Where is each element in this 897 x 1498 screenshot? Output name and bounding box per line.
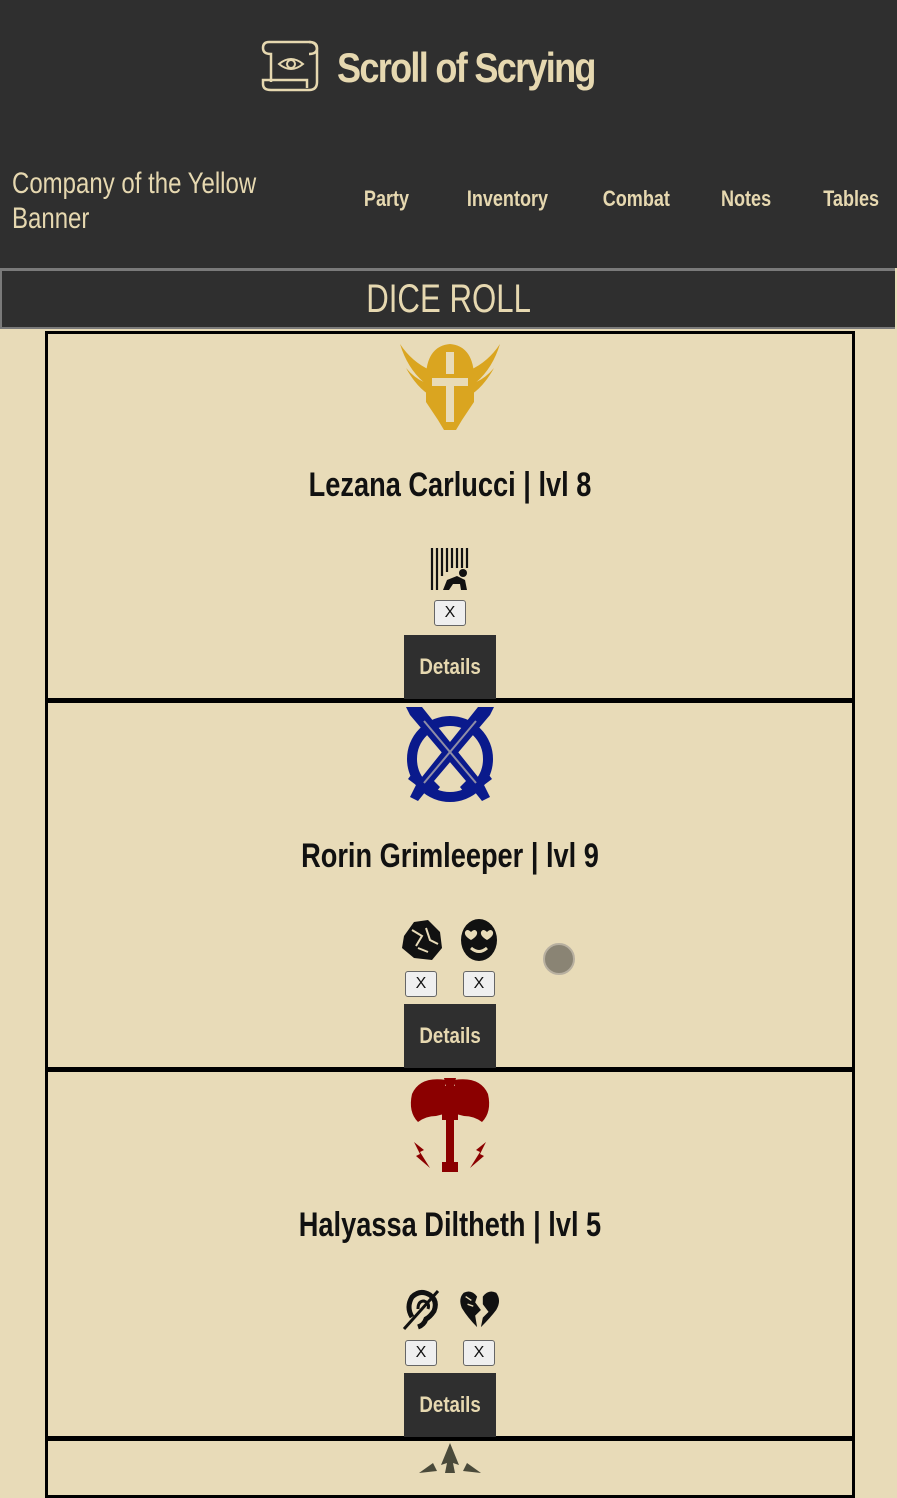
stone-petrified-icon <box>400 917 442 963</box>
app-header: Scroll of Scrying Company of the Yellow … <box>0 0 897 268</box>
party-member-card: Lezana Carlucci | lvl 8 X Details <box>45 331 855 701</box>
tree-icon <box>415 1443 485 1478</box>
party-member-card: Rorin Grimleeper | lvl 9 X X Details <box>45 700 855 1070</box>
condition-list: X <box>48 546 852 626</box>
nav-party[interactable]: Party <box>364 186 409 212</box>
details-label: Details <box>419 654 481 679</box>
broken-heart-icon <box>458 1286 500 1332</box>
app-title: Scroll of Scrying <box>336 44 597 91</box>
member-name: Rorin Grimleeper | lvl 9 <box>301 837 599 875</box>
crossed-swords-icon <box>400 707 500 808</box>
nav-notes[interactable]: Notes <box>721 186 771 212</box>
details-button[interactable]: Details <box>404 1373 496 1437</box>
remove-condition-button[interactable]: X <box>463 1340 495 1366</box>
party-member-card <box>45 1438 855 1498</box>
remove-condition-button[interactable]: X <box>405 1340 437 1366</box>
main-nav: Party Inventory Combat Notes Tables <box>314 186 879 212</box>
party-member-card: Halyassa Diltheth | lvl 5 X X Details <box>45 1069 855 1439</box>
details-button[interactable]: Details <box>404 635 496 699</box>
dice-roll-button[interactable]: DICE ROLL <box>0 268 895 329</box>
winged-helmet-icon <box>398 340 502 439</box>
remove-condition-button[interactable]: X <box>405 971 437 997</box>
dice-roll-label: DICE ROLL <box>366 276 531 321</box>
member-name: Halyassa Diltheth | lvl 5 <box>298 1206 602 1244</box>
details-label: Details <box>419 1392 481 1417</box>
charmed-heart-eyes-icon <box>458 917 500 963</box>
pointer-cursor <box>543 943 575 975</box>
details-button[interactable]: Details <box>404 1004 496 1068</box>
brand[interactable]: Scroll of Scrying <box>0 32 897 104</box>
details-label: Details <box>419 1023 481 1048</box>
nav-tables[interactable]: Tables <box>823 186 879 212</box>
condition-list: X X <box>48 1286 852 1366</box>
company-name: Company of the Yellow Banner <box>12 167 257 235</box>
deafened-ear-icon <box>400 1286 442 1332</box>
nav-combat[interactable]: Combat <box>603 186 670 212</box>
lightning-axe-icon <box>408 1076 492 1179</box>
condition-item: X <box>400 1286 442 1366</box>
condition-item: X <box>400 917 442 997</box>
condition-item: X <box>429 546 471 626</box>
nav-inventory[interactable]: Inventory <box>467 186 548 212</box>
prisoner-restrained-icon <box>429 546 471 592</box>
condition-item: X <box>458 917 500 997</box>
scroll-eye-icon <box>261 36 323 101</box>
member-name: Lezana Carlucci | lvl 8 <box>308 466 592 504</box>
condition-list: X X <box>48 917 852 997</box>
remove-condition-button[interactable]: X <box>463 971 495 997</box>
remove-condition-button[interactable]: X <box>434 600 466 626</box>
condition-item: X <box>458 1286 500 1366</box>
